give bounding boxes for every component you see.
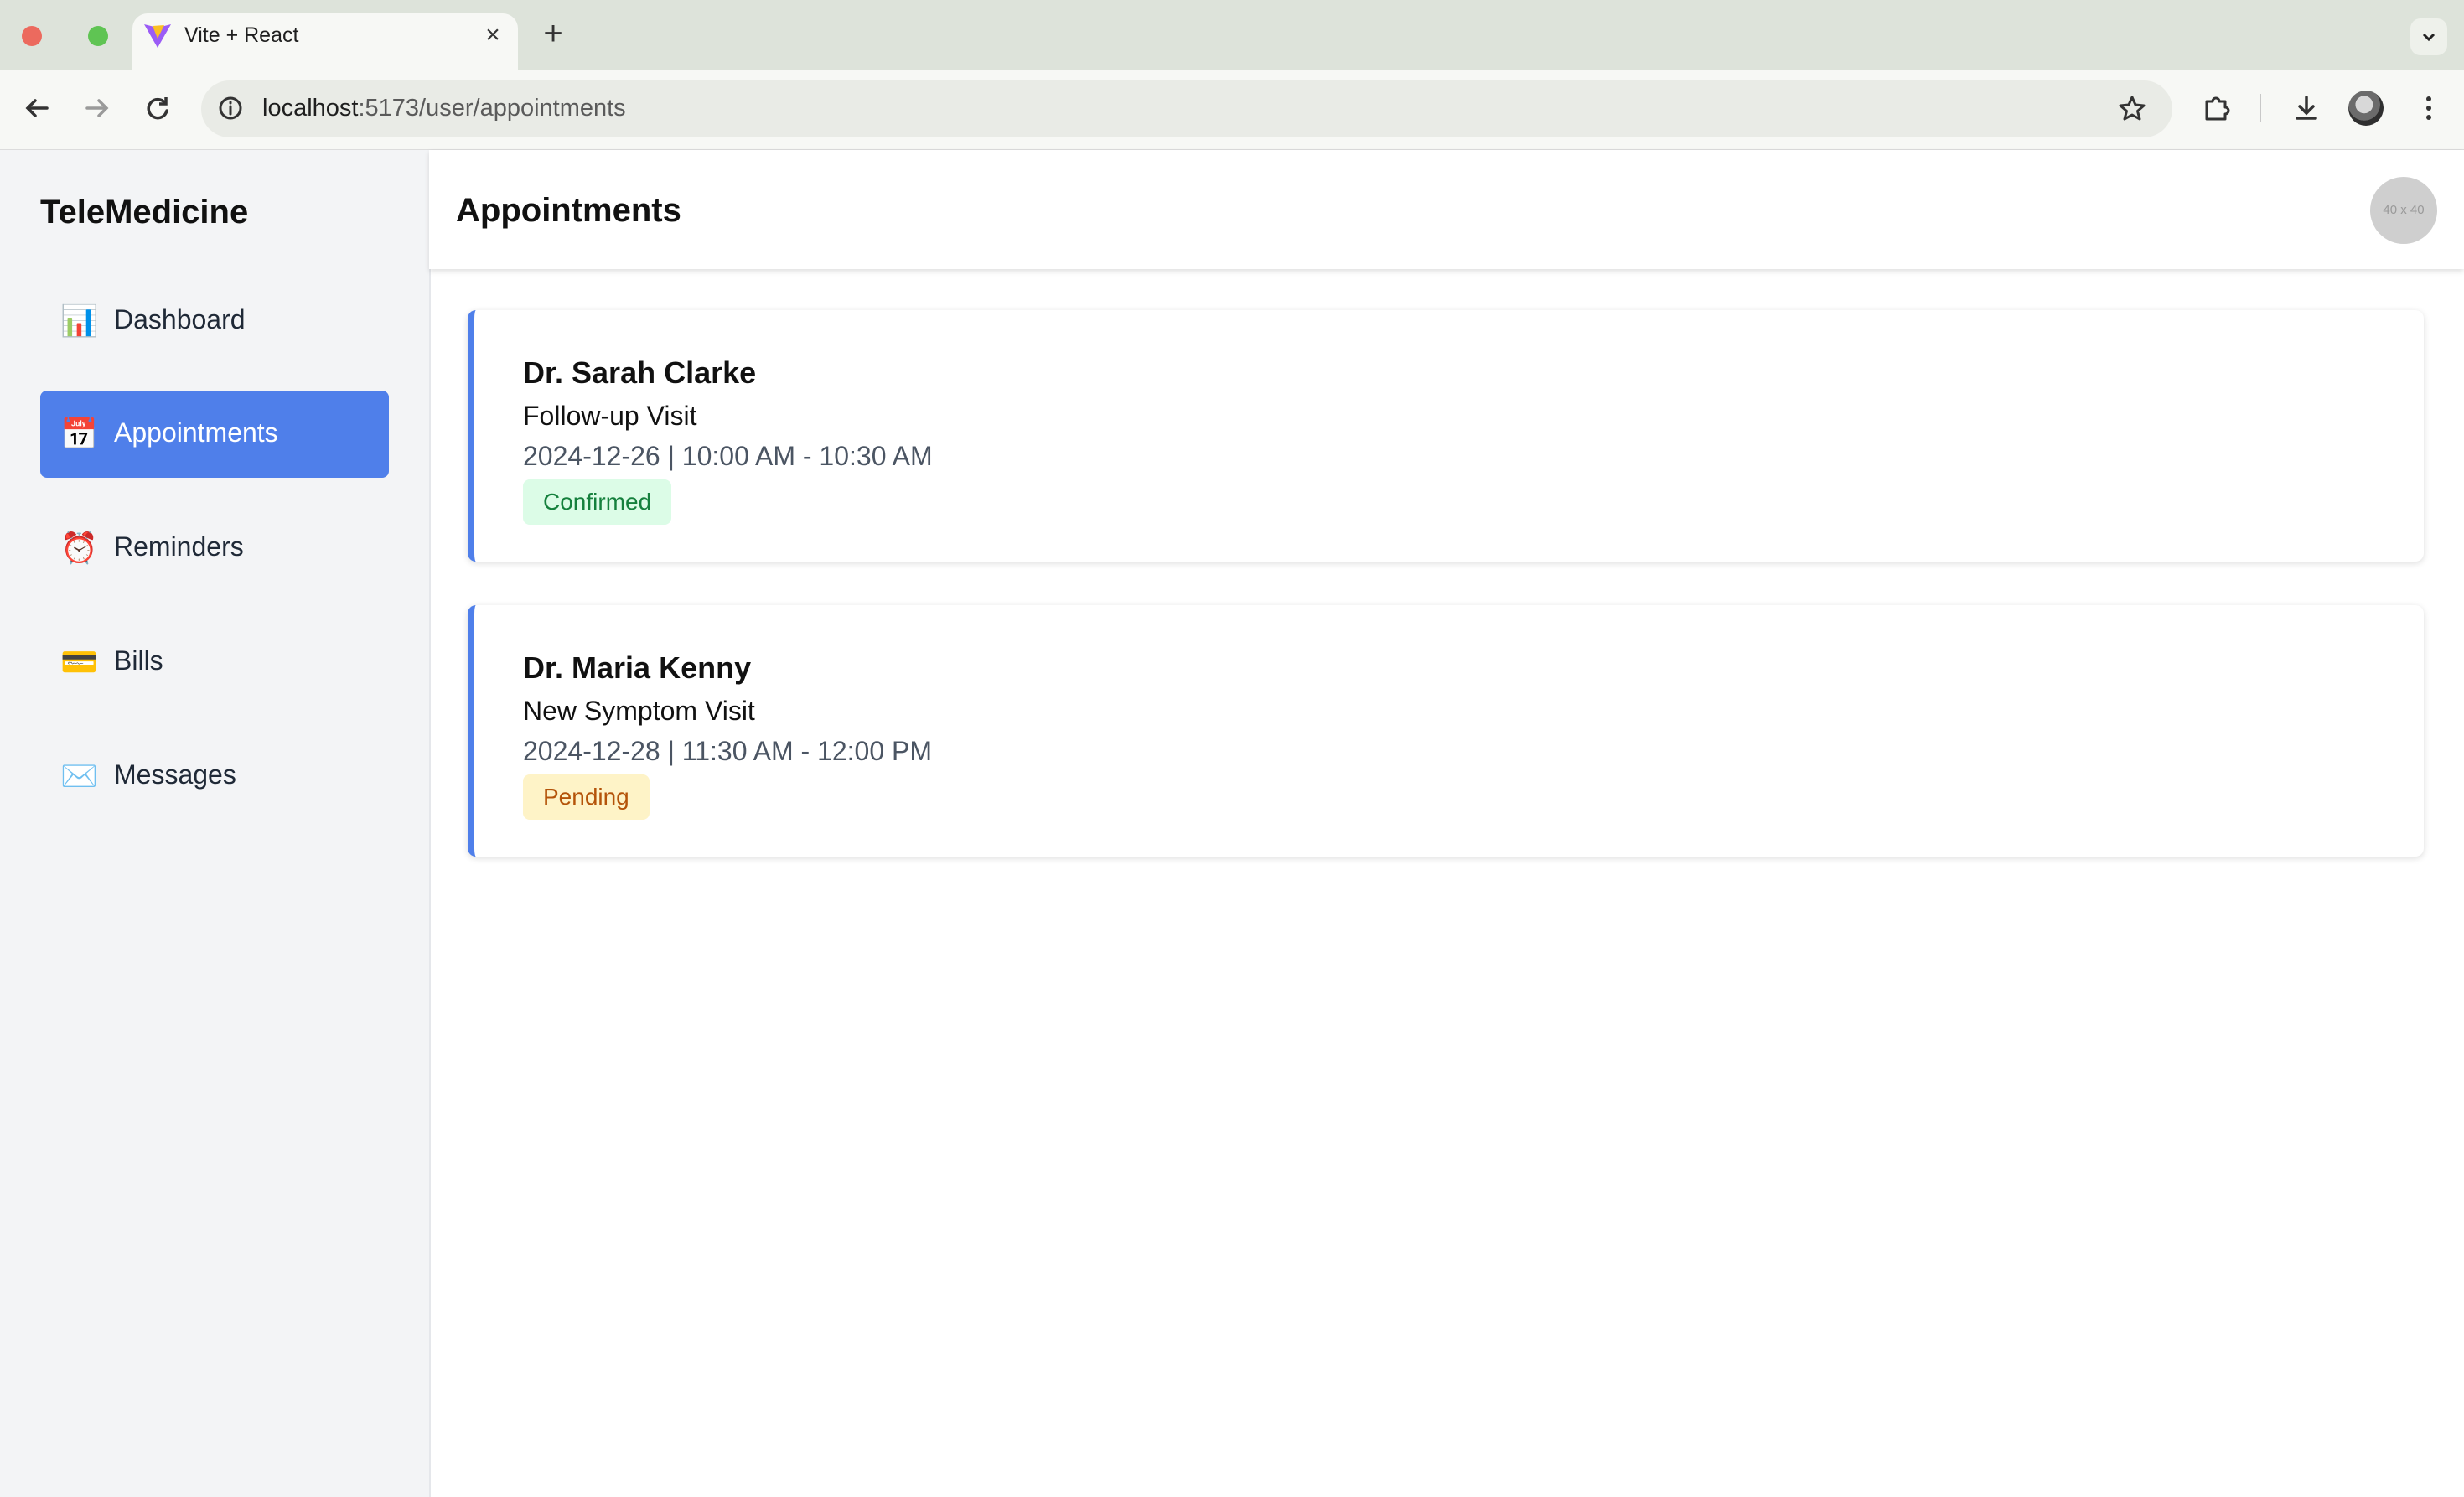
tab-close-icon[interactable]: × <box>479 22 506 49</box>
sidebar-item-bills[interactable]: 💳 Bills <box>40 619 389 706</box>
back-arrow-icon[interactable] <box>17 88 57 128</box>
sidebar-item-appointments[interactable]: 📅 Appointments <box>40 391 389 478</box>
window-close-button[interactable] <box>22 26 42 46</box>
status-badge: Pending <box>523 774 650 820</box>
tab-search-button[interactable] <box>2410 18 2447 55</box>
url-host: localhost <box>262 95 359 122</box>
sidebar: TeleMedicine 📊 Dashboard 📅 Appointments … <box>0 150 431 1497</box>
sidebar-item-dashboard[interactable]: 📊 Dashboard <box>40 277 389 365</box>
sidebar-item-messages[interactable]: ✉️ Messages <box>40 733 389 820</box>
alarm-clock-icon: ⏰ <box>60 531 98 565</box>
profile-avatar[interactable] <box>2348 91 2384 126</box>
sidebar-item-label: Bills <box>114 645 163 676</box>
calendar-icon: 📅 <box>60 417 98 451</box>
page-title: Appointments <box>456 192 681 229</box>
appointment-card[interactable]: Dr. Sarah Clarke Follow-up Visit 2024-12… <box>468 310 2424 562</box>
doctor-name: Dr. Maria Kenny <box>523 650 752 685</box>
more-menu-icon[interactable] <box>2409 88 2449 128</box>
bookmark-star-icon[interactable] <box>2112 88 2152 128</box>
brand-title: TeleMedicine <box>40 194 249 231</box>
doctor-name: Dr. Sarah Clarke <box>523 355 757 390</box>
credit-card-icon: 💳 <box>60 645 98 679</box>
new-tab-button[interactable]: + <box>536 17 570 50</box>
toolbar-separator <box>2260 94 2261 122</box>
vite-logo-icon <box>144 24 171 48</box>
envelope-icon: ✉️ <box>60 759 98 793</box>
url-text[interactable]: localhost:5173/user/appointments <box>262 95 626 122</box>
sidebar-item-label: Messages <box>114 759 236 790</box>
visit-type: Follow-up Visit <box>523 401 697 431</box>
extensions-puzzle-icon[interactable] <box>2197 88 2237 128</box>
bar-chart-icon: 📊 <box>60 303 98 338</box>
chevron-down-icon <box>2422 33 2436 42</box>
status-badge: Confirmed <box>523 479 672 525</box>
sidebar-item-label: Appointments <box>114 417 278 448</box>
avatar[interactable]: 40 x 40 <box>2370 177 2437 244</box>
download-icon[interactable] <box>2286 88 2327 128</box>
reload-icon[interactable] <box>137 88 178 128</box>
sidebar-item-label: Reminders <box>114 531 244 562</box>
site-info-icon[interactable] <box>215 92 246 124</box>
visit-type: New Symptom Visit <box>523 696 755 726</box>
url-path: :5173/user/appointments <box>358 95 626 122</box>
forward-arrow-icon[interactable] <box>77 88 117 128</box>
tab-title: Vite + React <box>184 23 299 47</box>
page-header: Appointments 40 x 40 <box>429 150 2464 269</box>
browser-tab-strip: Vite + React × + <box>0 0 2464 72</box>
sidebar-item-reminders[interactable]: ⏰ Reminders <box>40 505 389 592</box>
appointment-datetime: 2024-12-26 | 10:00 AM - 10:30 AM <box>523 441 933 471</box>
appointment-card[interactable]: Dr. Maria Kenny New Symptom Visit 2024-1… <box>468 605 2424 857</box>
sidebar-item-label: Dashboard <box>114 304 246 334</box>
window-zoom-button[interactable] <box>88 26 108 46</box>
appointment-datetime: 2024-12-28 | 11:30 AM - 12:00 PM <box>523 736 933 766</box>
